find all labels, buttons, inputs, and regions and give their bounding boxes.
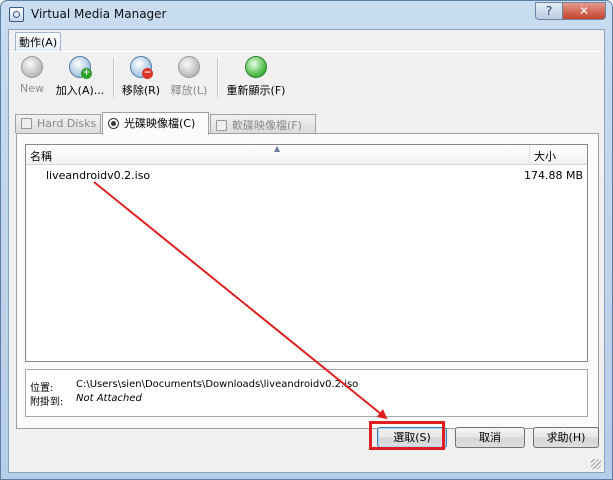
tab-cd-images-label: 光碟映像檔(C) (124, 117, 196, 130)
tab-cd-images[interactable]: 光碟映像檔(C) (102, 112, 209, 135)
annotation-arrow (93, 181, 388, 420)
cd-icon (108, 118, 119, 129)
